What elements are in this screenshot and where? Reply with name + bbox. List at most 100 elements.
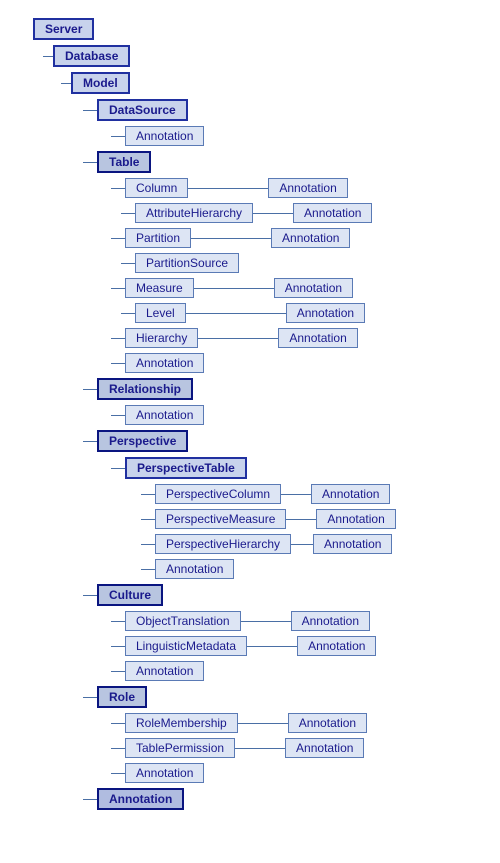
server-node: Server (33, 18, 94, 40)
tableperm-annotation-node: Annotation (285, 738, 364, 758)
rolemem-row: RoleMembership Annotation (111, 713, 487, 733)
perspcol-node: PerspectiveColumn (155, 484, 281, 504)
tp-hline (111, 748, 125, 749)
database-node: Database (53, 45, 130, 67)
partition-node: Partition (125, 228, 191, 248)
lingmeta-node: LinguisticMetadata (125, 636, 247, 656)
persptable-row: PerspectiveTable (111, 457, 487, 479)
db-hline (43, 56, 53, 57)
attrhier-annotation-node: Annotation (293, 203, 372, 223)
perspective-node: Perspective (97, 430, 188, 452)
lingmeta-annotation-node: Annotation (297, 636, 376, 656)
perspmeas-node: PerspectiveMeasure (155, 509, 286, 529)
perspmeas-row: PerspectiveMeasure Annotation (141, 509, 487, 529)
persphier-row: PerspectiveHierarchy Annotation (141, 534, 487, 554)
rel-hline (83, 389, 97, 390)
col-ann-hline (188, 188, 268, 189)
table-hline (83, 162, 97, 163)
column-row: Column Annotation (111, 178, 487, 198)
cult-hline (83, 595, 97, 596)
ann-rel-hline (111, 415, 125, 416)
lm-ann-hline (247, 646, 297, 647)
ann-pt-hline (141, 569, 155, 570)
part-hline (111, 238, 125, 239)
tp-ann-hline (235, 748, 285, 749)
lev-ann-hline (186, 313, 286, 314)
ph-hline (141, 544, 155, 545)
annotation-pt-row: Annotation (141, 559, 487, 579)
pc-hline (141, 494, 155, 495)
partsource-row: PartitionSource (121, 253, 487, 273)
relationship-node: Relationship (97, 378, 193, 400)
annotation-cult-row: Annotation (111, 661, 487, 681)
perspmeas-annotation-node: Annotation (316, 509, 395, 529)
model-row: Model (61, 72, 487, 94)
objtrans-node: ObjectTranslation (125, 611, 241, 631)
culture-node: Culture (97, 584, 163, 606)
persp-hline (83, 441, 97, 442)
persphier-annotation-node: Annotation (313, 534, 392, 554)
part-ann-hline (191, 238, 271, 239)
ot-hline (111, 621, 125, 622)
ah-ann-hline (253, 213, 293, 214)
role-hline (83, 697, 97, 698)
col-hline (111, 188, 125, 189)
annotation-table-row: Annotation (111, 353, 487, 373)
ps-hline (121, 263, 135, 264)
lm-hline (111, 646, 125, 647)
rolemem-annotation-node: Annotation (288, 713, 367, 733)
level-node: Level (135, 303, 186, 323)
ot-ann-hline (241, 621, 291, 622)
column-node: Column (125, 178, 188, 198)
hierarchy-node: Hierarchy (125, 328, 198, 348)
culture-row: Culture (83, 584, 487, 606)
persptable-node: PerspectiveTable (125, 457, 247, 479)
pm-hline (141, 519, 155, 520)
annotation-rel-node: Annotation (125, 405, 204, 425)
perspcol-row: PerspectiveColumn Annotation (141, 484, 487, 504)
annotation-table-node: Annotation (125, 353, 204, 373)
hierarchy-row: Hierarchy Annotation (111, 328, 487, 348)
ph-ann-hline (291, 544, 313, 545)
partition-annotation-node: Annotation (271, 228, 350, 248)
column-annotation-node: Annotation (268, 178, 347, 198)
tree-diagram: Server Database Model DataSource Annotat… (5, 10, 495, 823)
final-annotation-node: Annotation (97, 788, 184, 810)
annotation-rel-row: Annotation (111, 405, 487, 425)
tableperm-node: TablePermission (125, 738, 235, 758)
role-node: Role (97, 686, 147, 708)
annotation-role-node: Annotation (125, 763, 204, 783)
rolemem-node: RoleMembership (125, 713, 238, 733)
annotation-role-row: Annotation (111, 763, 487, 783)
pc-ann-hline (281, 494, 311, 495)
ah-hline (121, 213, 135, 214)
rm-ann-hline (238, 723, 288, 724)
objtrans-annotation-node: Annotation (291, 611, 370, 631)
attrhier-row: AttributeHierarchy Annotation (121, 203, 487, 223)
hier-ann-hline (198, 338, 278, 339)
model-hline (61, 83, 71, 84)
annotation-cult-node: Annotation (125, 661, 204, 681)
measure-row: Measure Annotation (111, 278, 487, 298)
rm-hline (111, 723, 125, 724)
measure-annotation-node: Annotation (274, 278, 353, 298)
final-ann-hline (83, 799, 97, 800)
objtrans-row: ObjectTranslation Annotation (111, 611, 487, 631)
partsource-node: PartitionSource (135, 253, 239, 273)
ann-cult-hline (111, 671, 125, 672)
meas-hline (111, 288, 125, 289)
lingmeta-row: LinguisticMetadata Annotation (111, 636, 487, 656)
ann-ds-hline (111, 136, 125, 137)
ann-role-hline (111, 773, 125, 774)
persphier-node: PerspectiveHierarchy (155, 534, 291, 554)
hier-hline (111, 338, 125, 339)
tableperm-row: TablePermission Annotation (111, 738, 487, 758)
annotation-ds-row: Annotation (111, 126, 487, 146)
database-row: Database (43, 45, 487, 67)
annotation-ds-node: Annotation (125, 126, 204, 146)
datasource-row: DataSource (83, 99, 487, 121)
pm-ann-hline (286, 519, 316, 520)
table-node: Table (97, 151, 151, 173)
hierarchy-annotation-node: Annotation (278, 328, 357, 348)
role-row: Role (83, 686, 487, 708)
